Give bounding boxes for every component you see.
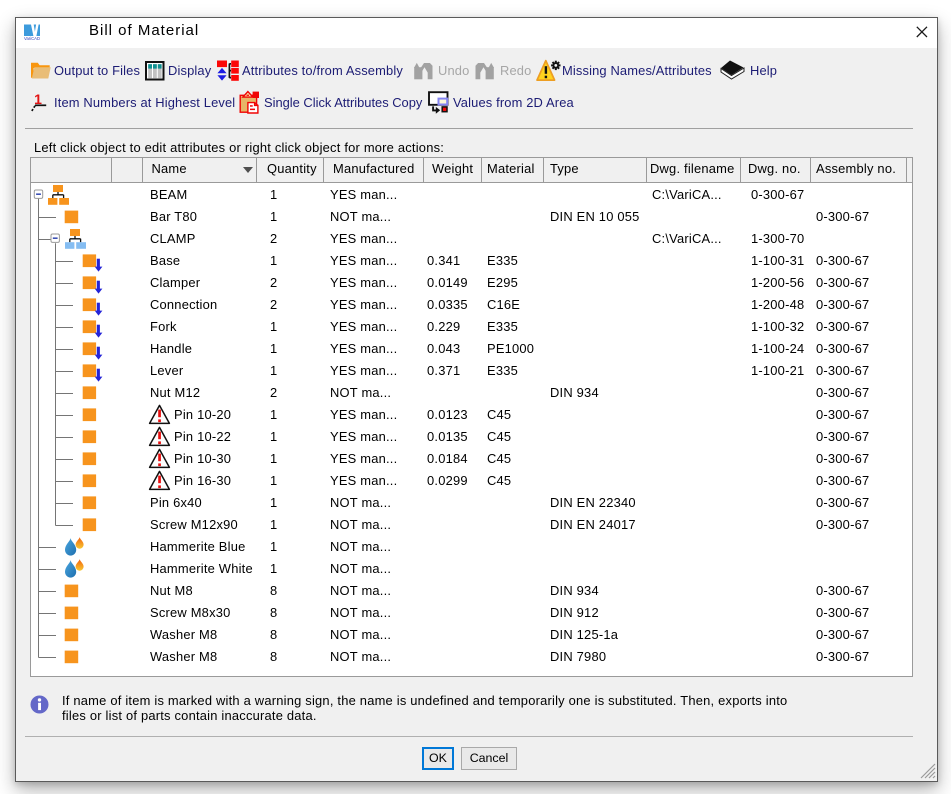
svg-text:VariCAD: VariCAD bbox=[24, 36, 40, 41]
